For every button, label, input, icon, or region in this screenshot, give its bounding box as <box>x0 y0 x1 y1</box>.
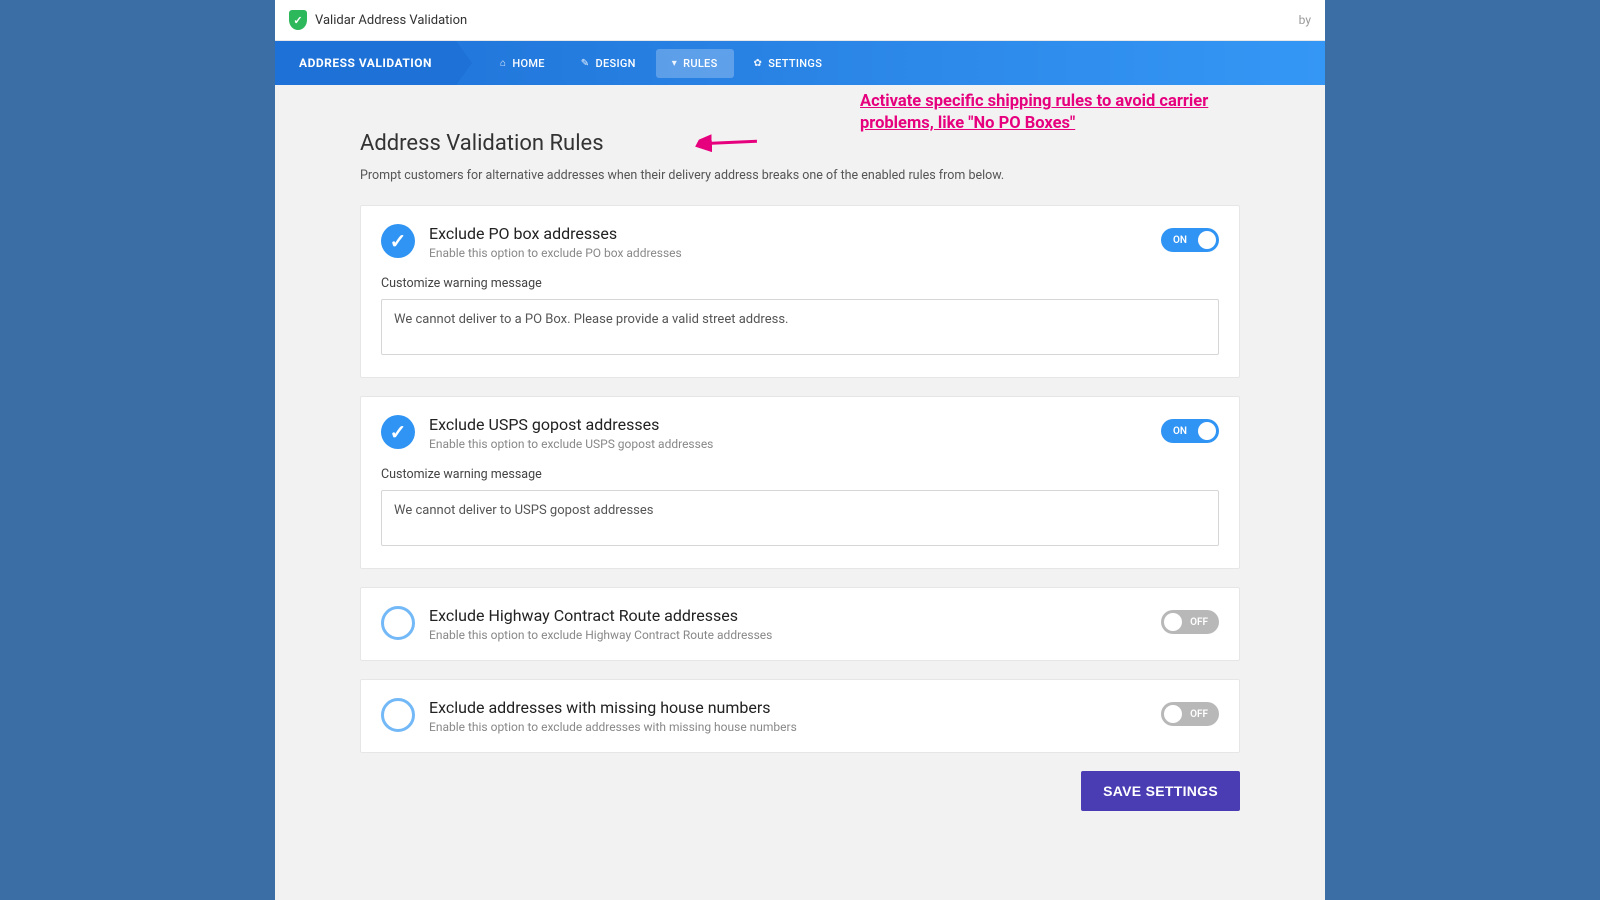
nav-item-design[interactable]: ✎ DESIGN <box>565 49 652 78</box>
nav-item-home[interactable]: ⌂ HOME <box>484 49 561 78</box>
rule-description: Enable this option to exclude Highway Co… <box>429 628 1147 642</box>
toggle-knob <box>1198 231 1216 249</box>
customize-warning-label: Customize warning message <box>381 276 1219 291</box>
toggle-knob <box>1198 422 1216 440</box>
rule-title: Exclude USPS gopost addresses <box>429 415 1147 434</box>
rule-card: Exclude Highway Contract Route addresses… <box>360 587 1240 661</box>
warning-message-input[interactable] <box>381 490 1219 546</box>
toggle-label: ON <box>1173 426 1187 437</box>
check-circle-icon <box>381 415 415 449</box>
toggle-label: OFF <box>1190 709 1208 720</box>
rule-toggle[interactable]: ON <box>1161 419 1219 443</box>
nav-item-label: RULES <box>683 57 717 70</box>
page-subtitle: Prompt customers for alternative address… <box>360 168 1240 183</box>
toggle-knob <box>1164 613 1182 631</box>
nav-item-label: SETTINGS <box>768 57 822 70</box>
home-icon: ⌂ <box>500 58 506 69</box>
by-label: by <box>1299 13 1311 27</box>
nav-bar: ADDRESS VALIDATION ⌂ HOME ✎ DESIGN ▾ RULES ✿ SE… <box>275 41 1325 85</box>
customize-warning-label: Customize warning message <box>381 467 1219 482</box>
app-name: Validar Address Validation <box>315 13 467 28</box>
nav-item-settings[interactable]: ✿ SETTINGS <box>738 49 839 78</box>
rule-description: Enable this option to exclude USPS gopos… <box>429 437 1147 451</box>
rule-toggle[interactable]: OFF <box>1161 702 1219 726</box>
toggle-label: OFF <box>1190 617 1208 628</box>
rule-description: Enable this option to exclude addresses … <box>429 720 1147 734</box>
design-icon: ✎ <box>581 58 590 69</box>
empty-circle-icon <box>381 698 415 732</box>
rule-toggle[interactable]: ON <box>1161 228 1219 252</box>
shield-icon <box>289 10 307 30</box>
rule-toggle[interactable]: OFF <box>1161 610 1219 634</box>
rule-card: Exclude USPS gopost addresses Enable this… <box>360 396 1240 569</box>
save-settings-button[interactable]: SAVE SETTINGS <box>1081 771 1240 811</box>
rule-title: Exclude PO box addresses <box>429 224 1147 243</box>
rule-card: Exclude PO box addresses Enable this opti… <box>360 205 1240 378</box>
nav-item-label: DESIGN <box>595 57 635 70</box>
rule-title: Exclude Highway Contract Route addresses <box>429 606 1147 625</box>
toggle-knob <box>1164 705 1182 723</box>
rule-card: Exclude addresses with missing house num… <box>360 679 1240 753</box>
top-bar: Validar Address Validation by <box>275 0 1325 41</box>
warning-message-input[interactable] <box>381 299 1219 355</box>
nav-item-label: HOME <box>512 57 544 70</box>
nav-brand[interactable]: ADDRESS VALIDATION <box>275 41 456 85</box>
check-circle-icon <box>381 224 415 258</box>
rules-icon: ▾ <box>672 58 677 69</box>
toggle-label: ON <box>1173 235 1187 246</box>
app-frame: Validar Address Validation by ADDRESS VA… <box>275 0 1325 900</box>
callout-annotation: Activate specific shipping rules to avoi… <box>860 91 1220 136</box>
rule-title: Exclude addresses with missing house num… <box>429 698 1147 717</box>
settings-icon: ✿ <box>754 58 763 69</box>
rule-description: Enable this option to exclude PO box add… <box>429 246 1147 260</box>
content-area: Activate specific shipping rules to avoi… <box>275 85 1325 900</box>
empty-circle-icon <box>381 606 415 640</box>
nav-item-rules[interactable]: ▾ RULES <box>656 49 734 78</box>
